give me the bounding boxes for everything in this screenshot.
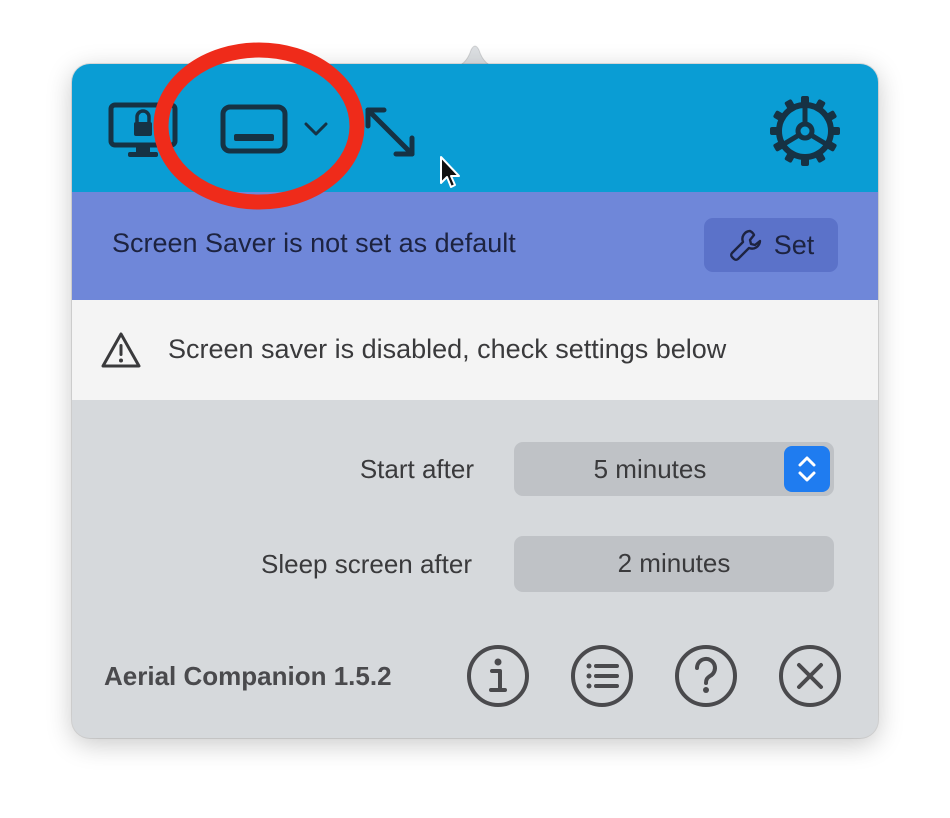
start-after-label: Start after: [359, 454, 474, 484]
banner-message: Screen Saver is not set as default: [112, 228, 516, 258]
mouse-pointer-icon: [440, 156, 460, 188]
warning-message: Screen saver is disabled, check settings…: [168, 334, 727, 364]
wrench-icon: [729, 229, 761, 261]
red-annotation-circle: [153, 42, 365, 210]
close-icon: [779, 645, 841, 707]
gear-icon: [770, 96, 840, 166]
settings-button[interactable]: [768, 94, 842, 168]
help-icon: [675, 645, 737, 707]
sleep-after-value: 2 minutes: [617, 548, 731, 578]
sleep-after-label: Sleep screen after: [260, 549, 472, 579]
screenshot-stage: Screen Saver is not set as default Set S…: [0, 0, 950, 818]
list-button[interactable]: [570, 644, 634, 708]
start-after-select[interactable]: 5 minutes: [514, 442, 834, 496]
list-icon: [571, 645, 633, 707]
app-version: Aerial Companion 1.5.2: [104, 661, 392, 691]
start-after-value: 5 minutes: [593, 454, 707, 484]
help-button[interactable]: [674, 644, 738, 708]
warning-triangle-icon: [101, 332, 141, 368]
expand-button[interactable]: [362, 104, 418, 160]
info-button[interactable]: [466, 644, 530, 708]
select-stepper[interactable]: [784, 446, 830, 492]
set-button-label: Set: [773, 229, 815, 260]
disabled-warning: Screen saver is disabled, check settings…: [72, 300, 878, 400]
up-down-chevron-icon: [798, 456, 816, 482]
set-default-button[interactable]: Set: [704, 218, 838, 272]
expand-diagonal-icon: [365, 107, 415, 157]
info-icon: [467, 645, 529, 707]
sleep-after-select[interactable]: 2 minutes: [514, 536, 834, 592]
close-button[interactable]: [778, 644, 842, 708]
